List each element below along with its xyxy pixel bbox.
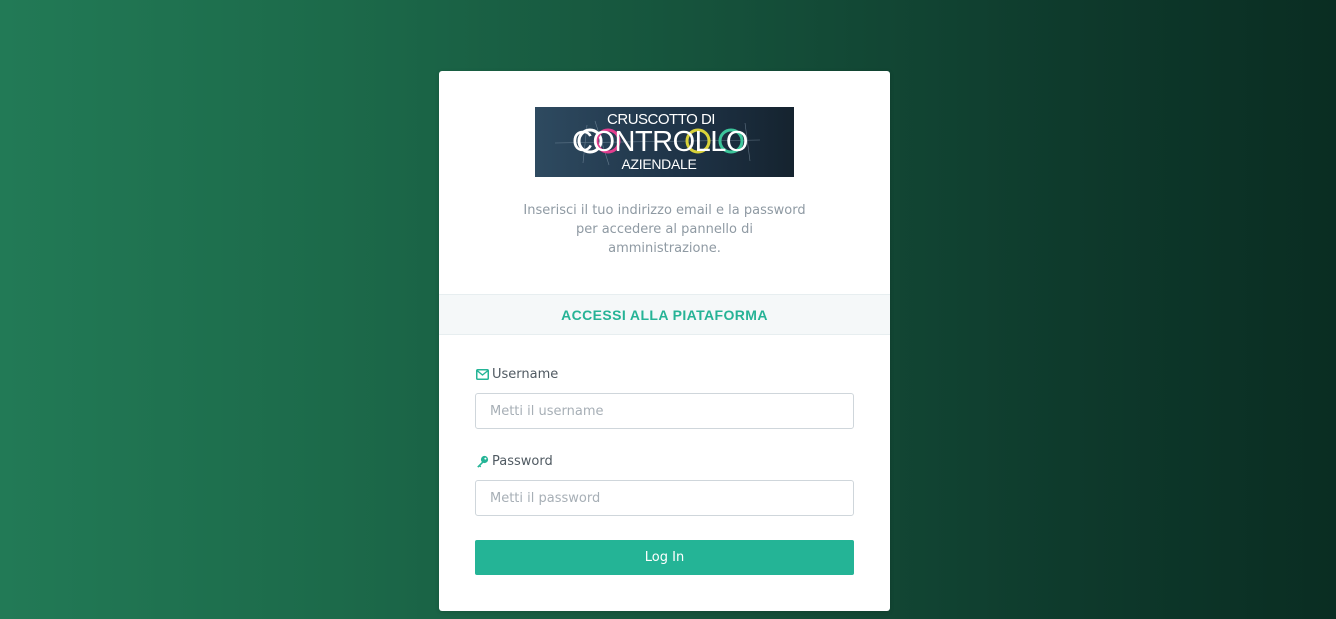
logo-line-2: CONTROLLO (572, 126, 748, 158)
login-card: CRUSCOTTO DI CONTROLLO AZIENDALE Inseris… (439, 71, 890, 611)
key-icon (475, 455, 489, 469)
logo-graphic: CRUSCOTTO DI CONTROLLO AZIENDALE (554, 111, 761, 172)
username-label: Username (475, 367, 558, 382)
logo: CRUSCOTTO DI CONTROLLO AZIENDALE (535, 107, 794, 177)
intro-line-3: amministrazione. (608, 241, 721, 256)
password-input[interactable] (475, 480, 854, 516)
username-label-text: Username (492, 367, 559, 382)
logo-line-3: AZIENDALE (621, 156, 696, 172)
password-label-text: Password (492, 454, 553, 469)
login-button[interactable]: Log In (475, 540, 854, 575)
intro-line-2: per accedere al pannello di (575, 222, 753, 237)
section-title: ACCESSI ALLA PIATAFORMA (439, 294, 890, 335)
password-label: Password (475, 454, 553, 469)
intro-text: Inserisci il tuo indirizzo email e la pa… (499, 201, 830, 258)
intro-line-1: Inserisci il tuo indirizzo email e la pa… (523, 203, 806, 218)
envelope-icon (475, 368, 489, 382)
username-input[interactable] (475, 393, 854, 429)
